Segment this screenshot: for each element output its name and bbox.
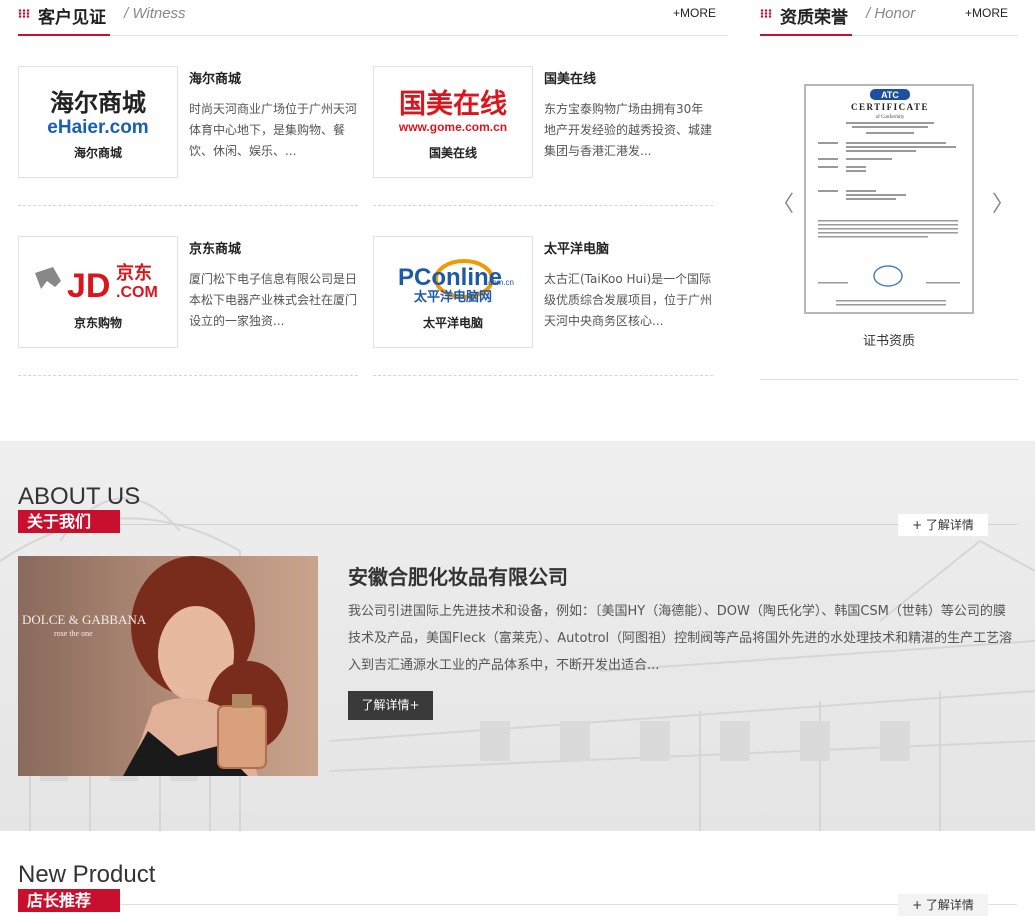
perfume-ad-graphic: DOLCE & GABBANA rose the one xyxy=(18,556,318,776)
honor-more-link[interactable]: +MORE xyxy=(965,6,1008,20)
witness-item-desc: 厦门松下电子信息有限公司是日本松下电器产业株式会社在厦门设立的一家独资... xyxy=(189,272,358,328)
jd-logo-en: JD xyxy=(67,267,110,305)
jd-logo[interactable]: JD 京东 .COM 京东购物 xyxy=(18,236,178,348)
new-product-heading-cn: 店长推荐 xyxy=(18,889,120,912)
witness-underline xyxy=(18,34,110,36)
carousel-next-arrow-icon[interactable]: 〉 xyxy=(992,186,1014,218)
witness-header: 客户见证 / Witness +MORE xyxy=(18,0,728,36)
pconline-logo-com: .com.cn xyxy=(486,278,514,287)
witness-item[interactable]: PConline .com.cn 太平洋电脑网 太平洋电脑 太平洋电脑 太古汇(… xyxy=(373,236,713,376)
haier-logo-en: eHaier.com xyxy=(47,117,148,138)
witness-logo-caption: 海尔商城 xyxy=(73,146,122,160)
about-heading-en: ABOUT US xyxy=(18,483,141,510)
about-section: ABOUT US 关于我们 + 了解详情 DOLCE & GABBANA ros… xyxy=(0,441,1035,831)
about-description: 我公司引进国际上先进技术和设备，例如：〔美国HY（海德能）、DOW（陶氏化学）、… xyxy=(348,604,1013,673)
about-heading-cn: 关于我们 xyxy=(18,510,120,533)
image-sub-text: rose the one xyxy=(54,629,93,638)
gome-logo-cn: 国美在线 xyxy=(399,88,507,120)
haier-logo-cn: 海尔商城 xyxy=(50,88,146,117)
cert-heading: CERTIFICATE xyxy=(851,102,929,112)
grid-dots-icon xyxy=(760,9,772,18)
honor-underline xyxy=(760,34,852,36)
new-product-heading-en: New Product xyxy=(18,861,156,888)
witness-item-name[interactable]: 太平洋电脑 xyxy=(544,238,609,257)
approved-stamp-icon xyxy=(873,265,903,287)
witness-item-name[interactable]: 海尔商城 xyxy=(189,68,241,87)
honor-title: 资质荣誉 xyxy=(780,8,848,28)
gome-logo-en: www.gome.com.cn xyxy=(398,120,507,134)
gome-logo-graphic: 国美在线 www.gome.com.cn xyxy=(398,88,507,134)
witness-logo-caption: 京东购物 xyxy=(73,316,122,330)
cert-sub: of Conformity xyxy=(876,115,905,120)
gome-logo[interactable]: 国美在线 www.gome.com.cn 国美在线 xyxy=(373,66,533,178)
image-brand-text: DOLCE & GABBANA xyxy=(22,612,147,627)
certificate-image[interactable]: ATC CERTIFICATE of Conformity xyxy=(804,84,974,314)
witness-item-desc: 东方宝泰购物广场由拥有30年地产开发经验的越秀投资、城建集团与香港汇港发... xyxy=(544,102,713,158)
witness-item-name[interactable]: 国美在线 xyxy=(544,68,596,87)
honor-subtitle: / Honor xyxy=(866,5,916,22)
pconline-logo-cn: 太平洋电脑网 xyxy=(413,289,492,305)
about-detail-button[interactable]: + 了解详情 xyxy=(898,514,988,536)
grid-dots-icon xyxy=(18,9,30,18)
witness-item[interactable]: JD 京东 .COM 京东购物 京东商城 厦门松下电子信息有限公司是日本松下电器… xyxy=(18,236,358,376)
honor-header: 资质荣誉 / Honor +MORE xyxy=(760,0,1018,36)
haier-logo[interactable]: 海尔商城 eHaier.com 海尔商城 xyxy=(18,66,178,178)
witness-logo-caption: 国美在线 xyxy=(428,146,477,160)
new-product-detail-button[interactable]: + 了解详情 xyxy=(898,894,988,916)
witness-item-desc: 时尚天河商业广场位于广州天河体育中心地下，是集购物、餐饮、休闲、娱乐、... xyxy=(189,102,358,158)
haier-logo-graphic: 海尔商城 eHaier.com xyxy=(47,88,148,138)
witness-item[interactable]: 国美在线 www.gome.com.cn 国美在线 国美在线 东方宝泰购物广场由… xyxy=(373,66,713,206)
certificate-graphic: ATC CERTIFICATE of Conformity xyxy=(818,89,960,306)
jd-logo-graphic: JD 京东 .COM xyxy=(35,262,158,305)
certificate-caption: 证书资质 xyxy=(862,334,915,349)
new-product-divider xyxy=(120,904,1017,905)
witness-item[interactable]: 海尔商城 eHaier.com 海尔商城 海尔商城 时尚天河商业广场位于广州天河… xyxy=(18,66,358,206)
honor-section: 资质荣誉 / Honor +MORE 〈 〉 ATC CERTIFICATE o… xyxy=(760,0,1018,380)
pconline-logo[interactable]: PConline .com.cn 太平洋电脑网 太平洋电脑 xyxy=(373,236,533,348)
witness-more-link[interactable]: +MORE xyxy=(673,6,716,20)
witness-subtitle: / Witness xyxy=(124,5,186,22)
witness-title: 客户见证 xyxy=(38,8,106,28)
company-name: 安徽合肥化妆品有限公司 xyxy=(348,565,568,589)
pconline-logo-graphic: PConline .com.cn 太平洋电脑网 xyxy=(398,259,514,305)
witness-item-desc: 太古汇(TaiKoo Hui)是一个国际级优质综合发展项目，位于广州天河中央商务… xyxy=(544,272,713,328)
witness-logo-caption: 太平洋电脑 xyxy=(422,316,483,330)
about-perfume-image[interactable]: DOLCE & GABBANA rose the one xyxy=(18,556,318,776)
cert-brand: ATC xyxy=(881,90,899,100)
witness-section: 客户见证 / Witness +MORE 海尔商城 eHaier.com 海尔商… xyxy=(18,0,728,400)
perfume-bottle-icon xyxy=(217,705,267,769)
carousel-prev-arrow-icon[interactable]: 〈 xyxy=(772,186,794,218)
jd-dog-icon xyxy=(35,267,61,289)
jd-logo-cn: 京东 xyxy=(116,262,152,284)
witness-item-name[interactable]: 京东商城 xyxy=(189,238,241,257)
about-more-button[interactable]: 了解详情+ xyxy=(348,691,433,720)
about-divider xyxy=(120,524,1017,525)
jd-logo-com: .COM xyxy=(116,284,158,301)
